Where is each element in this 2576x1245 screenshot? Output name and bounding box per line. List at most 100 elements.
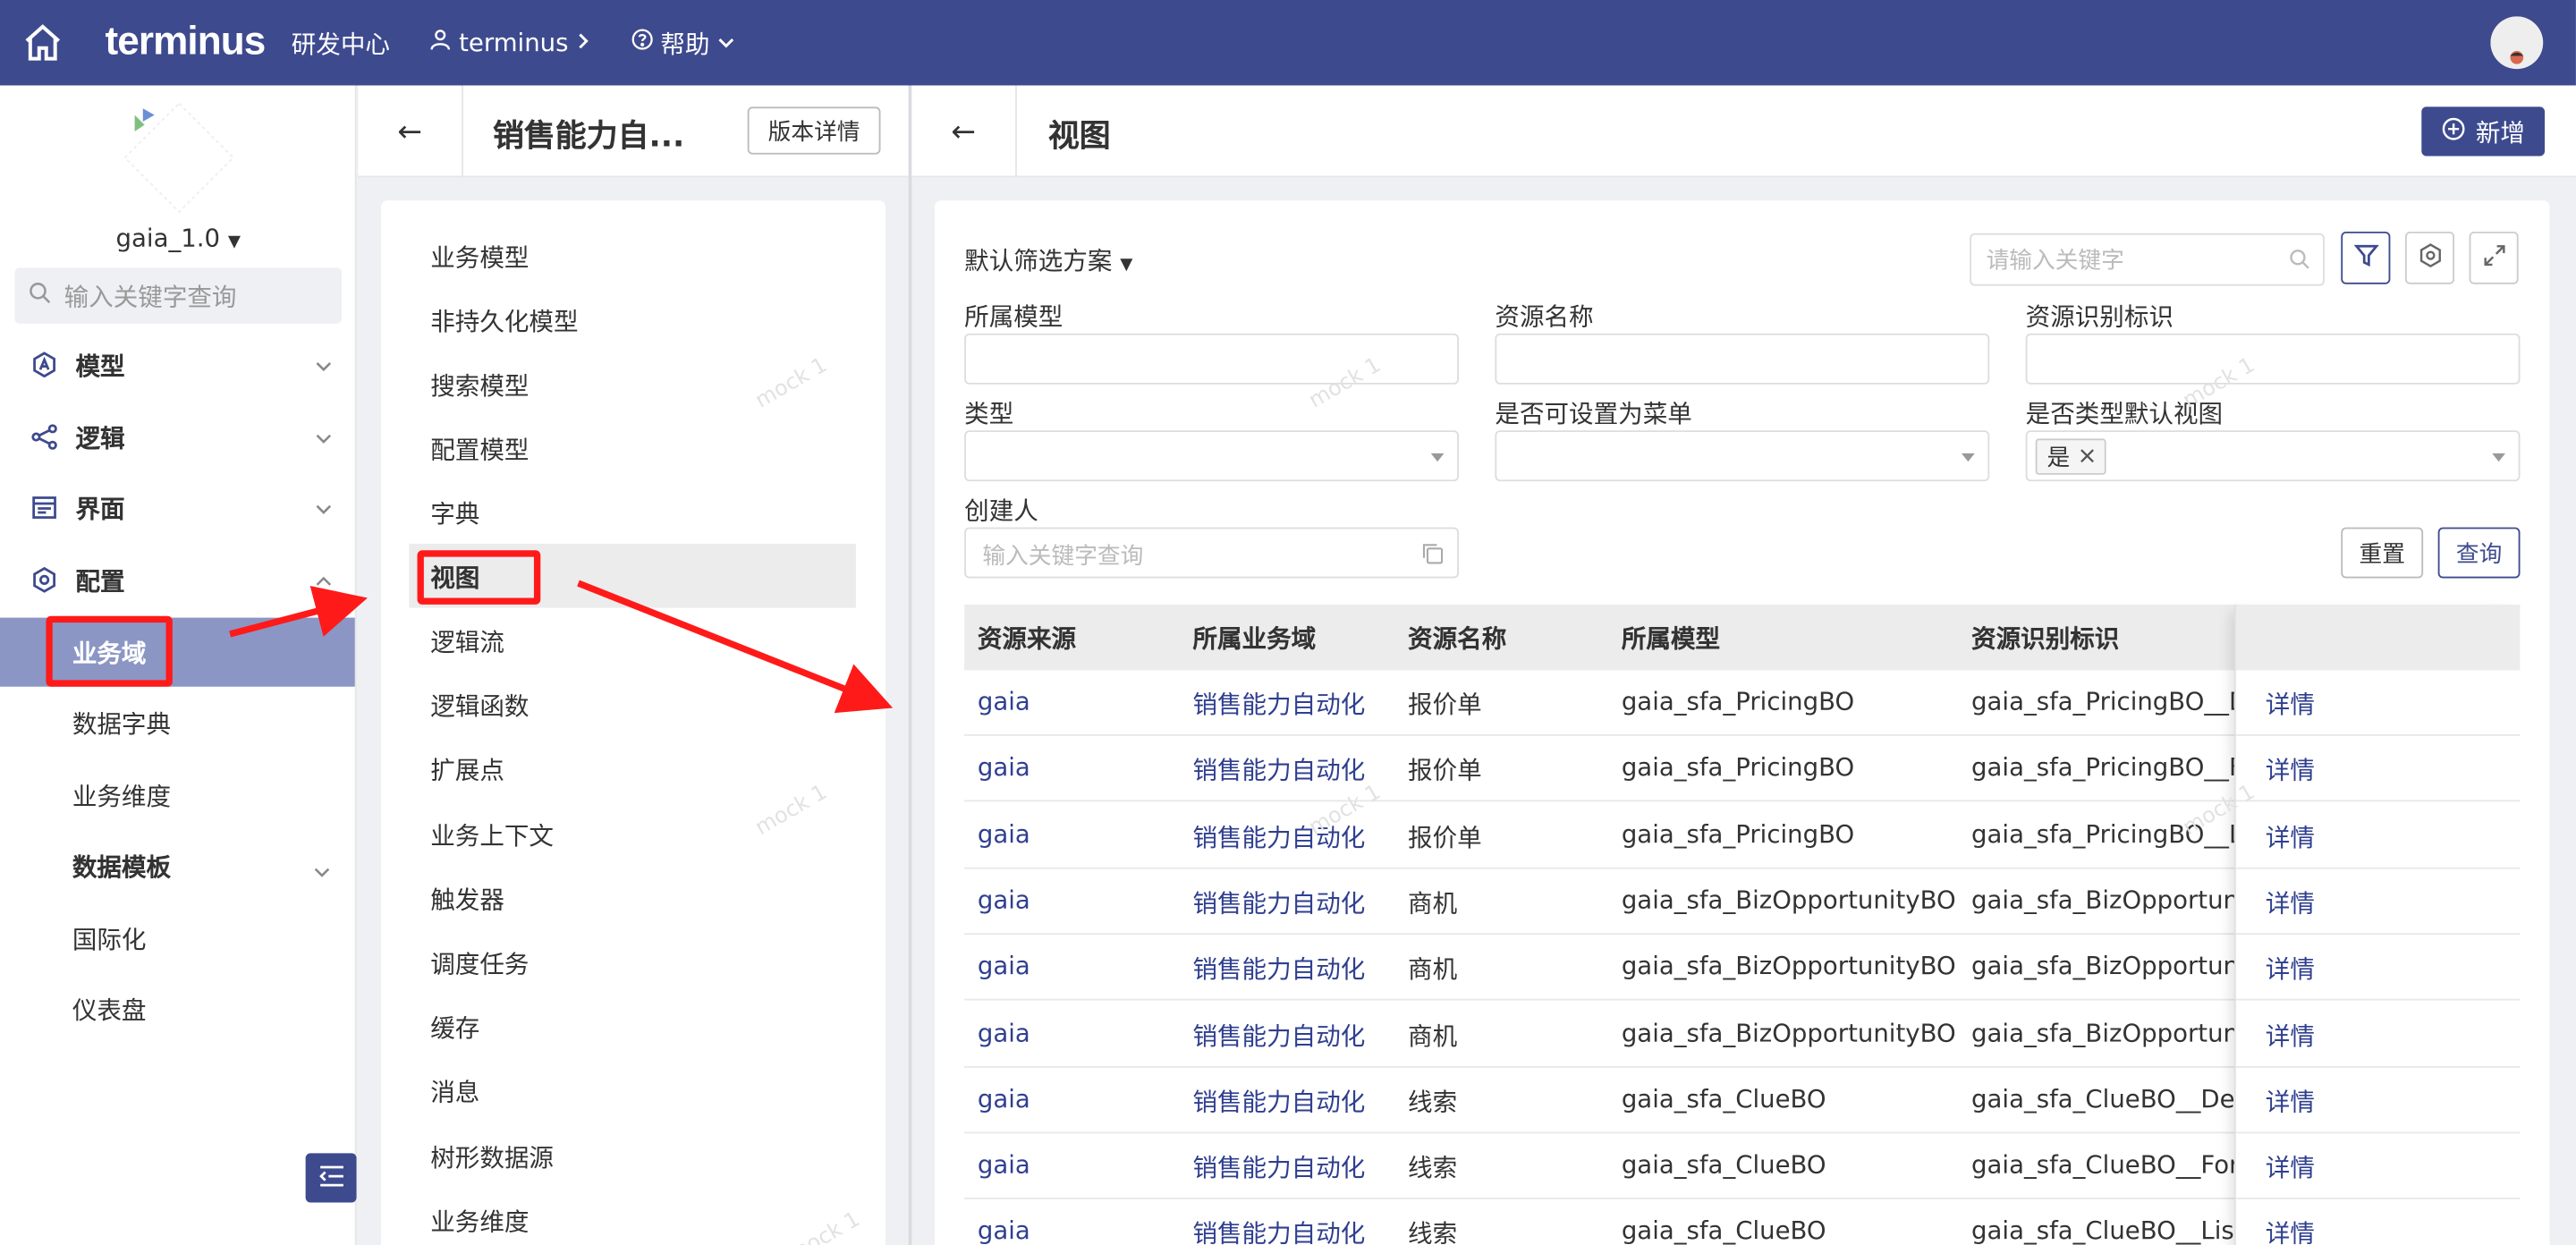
- query-button[interactable]: 查询: [2437, 527, 2521, 579]
- resource-source-link[interactable]: gaia: [978, 952, 1030, 981]
- section-label: 研发中心: [291, 29, 390, 59]
- version-details-button[interactable]: 版本详情: [747, 106, 881, 155]
- sidebar-item-data-dictionary[interactable]: 数据字典: [0, 689, 355, 758]
- resource-menu-item[interactable]: 缓存: [430, 1011, 479, 1046]
- filter-toggle-button[interactable]: [2341, 231, 2391, 284]
- type-filter-select[interactable]: [964, 430, 1459, 482]
- avatar[interactable]: [2490, 16, 2544, 70]
- sidebar-group-model[interactable]: 模型: [0, 332, 357, 397]
- resource-key-filter-label: 资源识别标识: [2025, 301, 2174, 333]
- sidebar-item-i18n[interactable]: 国际化: [0, 903, 355, 972]
- hexagon-a-icon: [30, 350, 59, 379]
- resource-menu-item[interactable]: 扩展点: [430, 752, 504, 788]
- menu-filter-label: 是否可设置为菜单: [1495, 399, 1692, 429]
- business-domain-link[interactable]: 销售能力自动化: [1192, 687, 1365, 722]
- resource-menu-item[interactable]: 触发器: [430, 882, 504, 918]
- fullscreen-button[interactable]: [2469, 231, 2519, 284]
- business-domain-link[interactable]: 销售能力自动化: [1192, 952, 1365, 987]
- business-domain-link[interactable]: 销售能力自动化: [1192, 1216, 1365, 1245]
- resource-menu-item[interactable]: 逻辑函数: [430, 689, 529, 724]
- model-cell: gaia_sfa_BizOpportunityBO: [1621, 1017, 1956, 1047]
- business-domain-link[interactable]: 销售能力自动化: [1192, 1150, 1365, 1185]
- resource-menu-item[interactable]: 非持久化模型: [430, 304, 578, 340]
- menu-filter-select[interactable]: [1495, 430, 1990, 482]
- business-domain-link[interactable]: 销售能力自动化: [1192, 885, 1365, 920]
- collapse-sidebar-button[interactable]: [305, 1153, 357, 1203]
- annotation-box-business-domain: [46, 615, 173, 687]
- back-button[interactable]: ←: [358, 85, 463, 178]
- org-switcher[interactable]: terminus: [429, 28, 591, 57]
- resource-source-link[interactable]: gaia: [978, 819, 1030, 849]
- sidebar-item-dashboard[interactable]: 仪表盘: [0, 974, 355, 1043]
- resource-source-link[interactable]: gaia: [978, 885, 1030, 915]
- resource-key-cell: gaia_sfa_ClueBO__List: [1971, 1215, 2234, 1245]
- watermark: mock 1: [751, 780, 832, 842]
- user-icon: [429, 28, 453, 57]
- section-nav[interactable]: 研发中心: [292, 25, 390, 60]
- add-button[interactable]: 新增: [2421, 106, 2546, 157]
- help-label: 帮助: [660, 29, 710, 59]
- sidebar-search-input[interactable]: 输入关键字查询: [14, 267, 343, 324]
- column-header[interactable]: 所属业务域: [1192, 621, 1316, 656]
- query-button-label: 查询: [2455, 541, 2503, 568]
- resource-menu-item[interactable]: 业务模型: [430, 240, 529, 275]
- brand-logo[interactable]: terminus: [106, 20, 267, 65]
- reset-button[interactable]: 重置: [2341, 527, 2424, 579]
- business-domain-link[interactable]: 销售能力自动化: [1192, 753, 1365, 788]
- sidebar-group-logic[interactable]: 逻辑: [0, 404, 357, 470]
- resource-menu-item[interactable]: 调度任务: [430, 946, 529, 982]
- column-header[interactable]: 资源名称: [1408, 621, 1506, 656]
- home-icon[interactable]: [0, 0, 86, 86]
- sidebar-item-data-template[interactable]: 数据模板: [0, 831, 355, 900]
- sidebar-group-config[interactable]: 配置: [0, 547, 357, 613]
- chevron-down-icon: [716, 28, 736, 57]
- resource-menu-item[interactable]: 配置模型: [430, 432, 529, 468]
- resource-source-link[interactable]: gaia: [978, 1216, 1030, 1245]
- resource-source-link[interactable]: gaia: [978, 687, 1030, 716]
- resource-name-filter-input[interactable]: [1495, 333, 1990, 385]
- model-cell: gaia_sfa_BizOpportunityBO: [1621, 951, 1956, 981]
- model-cell: gaia_sfa_ClueBO: [1621, 1149, 1826, 1180]
- caret-down-icon: [2492, 453, 2505, 462]
- business-domain-link[interactable]: 销售能力自动化: [1192, 1018, 1365, 1053]
- resource-menu-item[interactable]: 逻辑流: [430, 624, 504, 660]
- column-header[interactable]: 资源来源: [978, 621, 1076, 656]
- resource-menu-item[interactable]: 消息: [430, 1074, 479, 1110]
- panel-divider[interactable]: [908, 85, 912, 1245]
- resource-name-cell: 线索: [1408, 1087, 1458, 1117]
- resource-menu-item[interactable]: 树形数据源: [430, 1140, 554, 1176]
- resource-source-link[interactable]: gaia: [978, 1084, 1030, 1114]
- resource-key-cell: gaia_sfa_BizOpportuni: [1971, 951, 2234, 981]
- keyword-search-input[interactable]: 请输入关键字: [1970, 233, 2325, 286]
- sidebar-group-ui[interactable]: 界面: [0, 475, 357, 540]
- resource-key-filter-input[interactable]: [2025, 333, 2521, 385]
- back-button[interactable]: ←: [911, 85, 1017, 178]
- creator-filter-input[interactable]: 输入关键字查询: [964, 527, 1459, 579]
- model-filter-input[interactable]: [964, 333, 1459, 385]
- sidebar-group-label: 逻辑: [75, 422, 125, 453]
- resource-menu-item[interactable]: 业务上下文: [430, 818, 554, 854]
- resource-name-filter-label: 资源名称: [1495, 301, 1594, 333]
- column-header[interactable]: 所属模型: [1622, 621, 1720, 656]
- resource-source-link[interactable]: gaia: [978, 1150, 1030, 1180]
- fixed-action-column: [2233, 604, 2521, 1245]
- app-switcher[interactable]: gaia_1.0 ▼: [0, 224, 357, 253]
- resource-menu-item[interactable]: 业务维度: [430, 1204, 529, 1240]
- resource-source-link[interactable]: gaia: [978, 1018, 1030, 1047]
- settings-button[interactable]: [2404, 231, 2455, 284]
- resource-menu-item[interactable]: 搜索模型: [430, 368, 529, 403]
- column-header[interactable]: 资源识别标识: [1971, 621, 2119, 656]
- sidebar-group-label: 界面: [75, 493, 125, 523]
- business-domain-link[interactable]: 销售能力自动化: [1192, 1084, 1365, 1119]
- menu-fold-icon: [318, 1162, 343, 1193]
- filter-scheme-dropdown[interactable]: 默认筛选方案 ▼: [964, 243, 1132, 278]
- resource-key-cell: gaia_sfa_PricingBO__F: [1971, 752, 2234, 783]
- chevron-down-icon: [314, 424, 334, 453]
- close-icon[interactable]: [2080, 444, 2095, 470]
- view-list-card: 默认筛选方案 ▼ 请输入关键字 所属模型 资源名称 资源识别标识 类型 是否可设…: [935, 200, 2550, 1245]
- help-menu[interactable]: 帮助: [631, 25, 736, 60]
- sidebar-item-business-dimension[interactable]: 业务维度: [0, 760, 355, 829]
- resource-menu-item[interactable]: 字典: [430, 496, 479, 532]
- default-view-filter-select[interactable]: 是: [2025, 430, 2521, 482]
- resource-source-link[interactable]: gaia: [978, 753, 1030, 783]
